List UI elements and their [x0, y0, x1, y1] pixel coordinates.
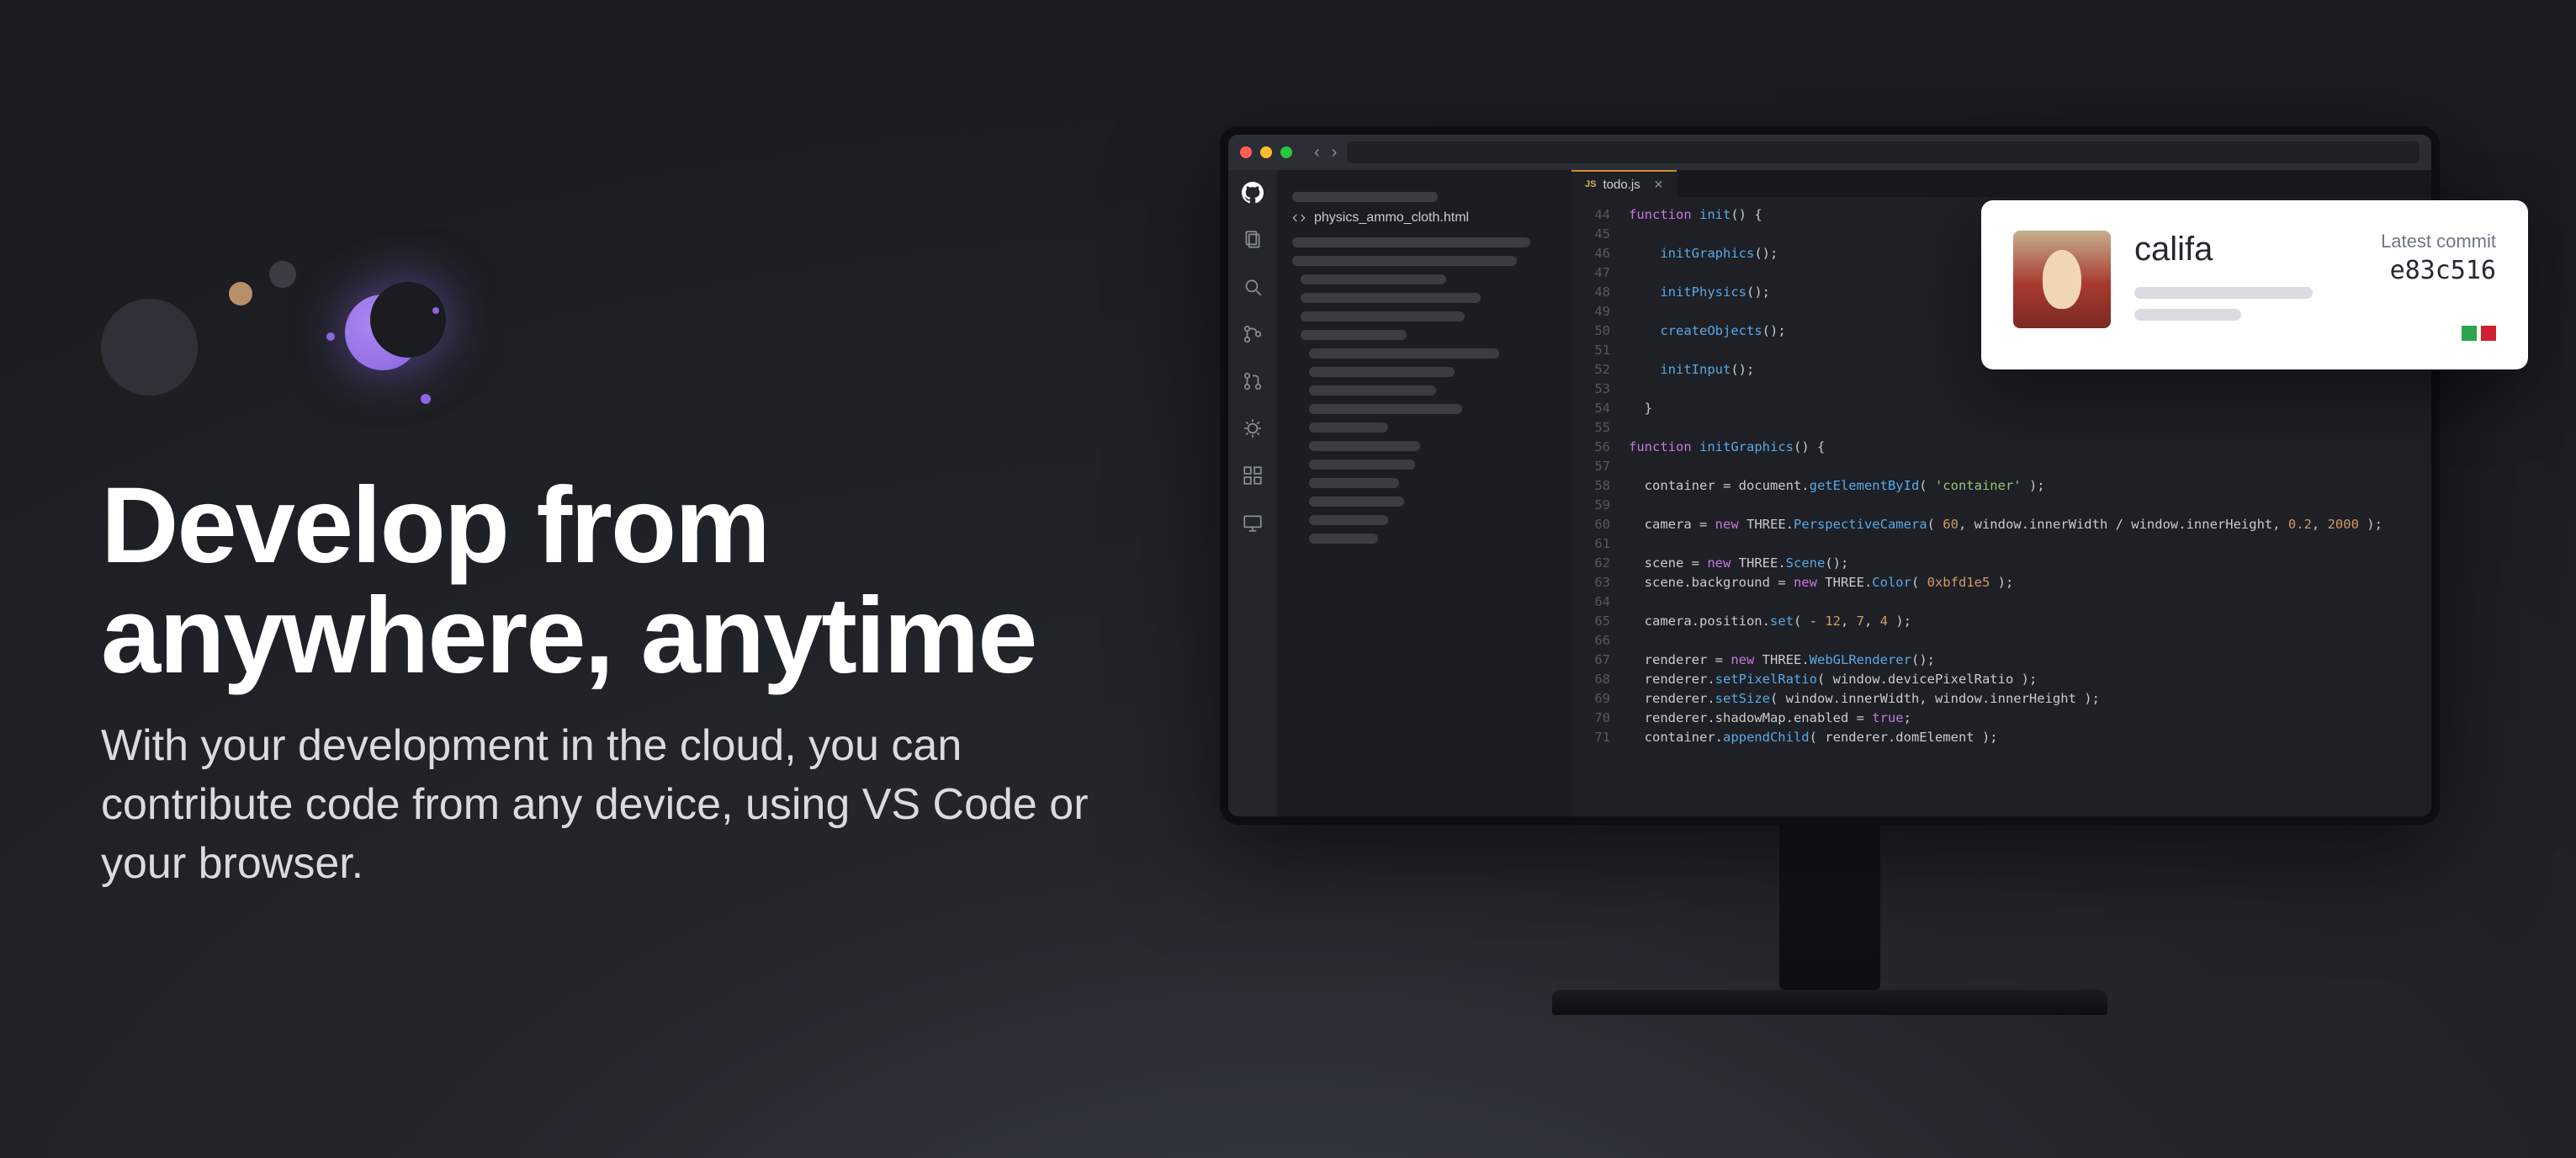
search-icon[interactable]: [1242, 276, 1264, 298]
explorer-file-item[interactable]: physics_ammo_cloth.html: [1292, 210, 1556, 226]
close-tab-icon[interactable]: ✕: [1654, 178, 1664, 192]
activity-bar: [1228, 170, 1277, 816]
nav-back-icon[interactable]: ‹: [1312, 143, 1322, 162]
source-control-icon[interactable]: [1242, 323, 1264, 345]
hero-title-line2: anywhere, anytime: [101, 576, 1036, 696]
monitor-base: [1552, 990, 2107, 1015]
code-file-icon: [1292, 211, 1306, 225]
monitor-stand: [1779, 821, 1880, 990]
editor-tab[interactable]: JS todo.js ✕: [1572, 170, 1677, 197]
explorer-panel: physics_ammo_cloth.html: [1277, 170, 1572, 816]
tab-filename: todo.js: [1603, 178, 1640, 192]
github-logo-icon[interactable]: [1242, 182, 1264, 204]
decor-planet-small-2: [269, 261, 296, 288]
hero-subtitle: With your development in the cloud, you …: [101, 716, 1136, 894]
commit-username[interactable]: califa: [2134, 231, 2357, 268]
line-gutter: 44 45 46 47 48 49 50 51 52 53 54 55 56 5…: [1572, 197, 1619, 816]
window-maximize-icon[interactable]: [1280, 146, 1292, 158]
hero-title: Develop from anywhere, anytime: [101, 471, 1195, 691]
diff-add-icon: [2462, 326, 2477, 341]
diffstat: [2381, 326, 2496, 341]
window-topbar: ‹ ›: [1228, 135, 2431, 170]
decor-star: [432, 307, 439, 314]
commit-sha[interactable]: e83c516: [2381, 256, 2496, 285]
decor-star: [421, 394, 431, 404]
explorer-filename: physics_ammo_cloth.html: [1314, 210, 1469, 226]
avatar[interactable]: [2013, 231, 2111, 328]
decor-star: [326, 332, 335, 341]
files-icon[interactable]: [1242, 229, 1264, 251]
decor-moon-icon: [337, 286, 437, 387]
hero-title-line1: Develop from: [101, 465, 769, 586]
decor-planet-small-1: [229, 282, 252, 305]
commit-card: califa Latest commit e83c516: [1981, 200, 2528, 369]
nav-forward-icon[interactable]: ›: [1330, 143, 1339, 162]
diff-del-icon: [2481, 326, 2496, 341]
extensions-icon[interactable]: [1242, 465, 1264, 486]
latest-commit-label: Latest commit: [2381, 231, 2496, 252]
debug-icon[interactable]: [1242, 417, 1264, 439]
js-lang-badge: JS: [1585, 179, 1596, 189]
window-minimize-icon[interactable]: [1260, 146, 1272, 158]
remote-icon[interactable]: [1242, 512, 1264, 534]
pull-request-icon[interactable]: [1242, 370, 1264, 392]
decor-planet-large: [101, 299, 198, 396]
window-close-icon[interactable]: [1240, 146, 1252, 158]
address-bar[interactable]: [1347, 141, 2420, 163]
